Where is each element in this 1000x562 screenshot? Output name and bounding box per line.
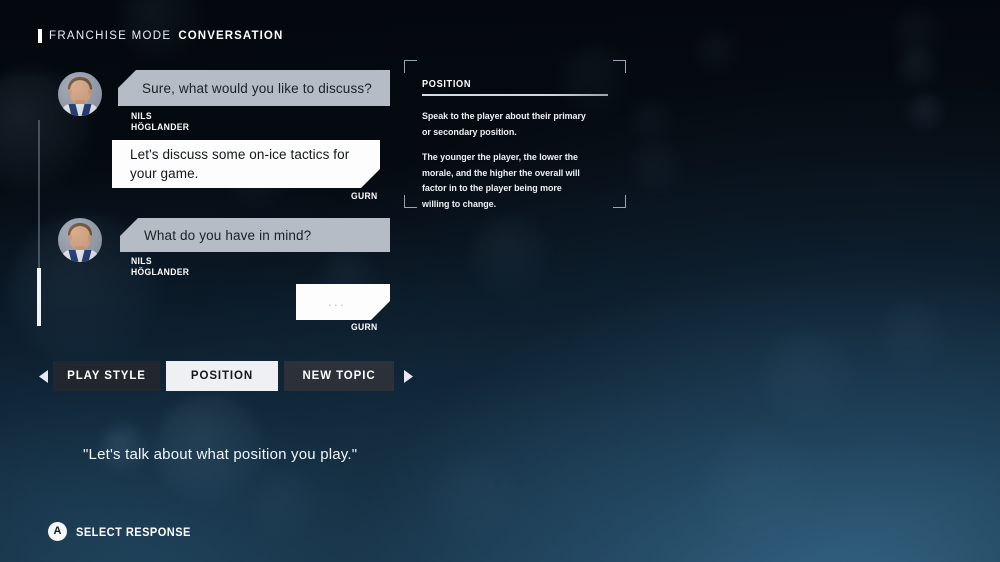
breadcrumb-screen-label: CONVERSATION: [178, 30, 284, 42]
speech-bubble-text: What do you have in mind?: [144, 227, 312, 243]
topic-info-panel: POSITION Speak to the player about their…: [404, 60, 626, 210]
conversation-scrollbar-thumb[interactable]: [37, 268, 41, 326]
corner-bracket-icon: [404, 195, 417, 208]
tab-label: POSITION: [190, 370, 254, 382]
info-panel-divider: [422, 94, 608, 96]
avatar: [58, 218, 102, 262]
chevron-right-icon[interactable]: [400, 361, 418, 391]
info-panel-paragraph-1: Speak to the player about their primary …: [422, 111, 586, 138]
info-panel-title: POSITION: [422, 79, 472, 90]
tab-play-style[interactable]: PLAY STYLE: [53, 361, 160, 391]
breadcrumb-accent-bar: [38, 29, 42, 43]
response-preview-quote: "Let's talk about what position you play…: [83, 446, 358, 463]
tab-label: PLAY STYLE: [67, 370, 146, 382]
corner-bracket-icon: [404, 60, 417, 73]
avatar: [58, 72, 102, 116]
conversation-log: Sure, what would you like to discuss? NI…: [0, 0, 420, 340]
speech-bubble-text: Let's discuss some on-ice tactics for yo…: [130, 146, 350, 181]
tab-label: NEW TOPIC: [302, 370, 376, 382]
tab-position[interactable]: POSITION: [166, 361, 278, 391]
tab-new-topic[interactable]: NEW TOPIC: [284, 361, 394, 391]
action-prompt[interactable]: A SELECT RESPONSE: [48, 522, 201, 541]
typing-indicator: ...: [327, 293, 347, 309]
corner-bracket-icon: [613, 195, 626, 208]
speech-bubble-npc: What do you have in mind?: [120, 218, 390, 252]
breadcrumb: FRANCHISE MODE CONVERSATION: [38, 29, 283, 43]
avatar-overlay: [58, 218, 102, 262]
speech-bubble-user: Let's discuss some on-ice tactics for yo…: [112, 140, 380, 188]
action-prompt-label: SELECT RESPONSE: [76, 524, 191, 539]
topic-tab-bar: PLAY STYLE POSITION NEW TOPIC: [35, 361, 418, 391]
speaker-name: NILS HÖGLANDER: [131, 256, 190, 278]
a-button-icon: A: [48, 522, 67, 541]
info-panel-paragraph-2: The younger the player, the lower the mo…: [422, 152, 580, 210]
breadcrumb-mode-label: FRANCHISE MODE: [49, 30, 172, 42]
corner-bracket-icon: [613, 60, 626, 73]
speech-bubble-user-pending: ...: [296, 284, 390, 320]
speaker-name: NILS HÖGLANDER: [131, 111, 190, 133]
speech-bubble-npc: Sure, what would you like to discuss?: [118, 70, 390, 106]
avatar-overlay: [58, 72, 102, 116]
speech-bubble-text: Sure, what would you like to discuss?: [142, 80, 372, 96]
speaker-name: GURN: [350, 322, 378, 333]
speaker-name: GURN: [350, 191, 378, 202]
chevron-left-icon[interactable]: [35, 361, 53, 391]
